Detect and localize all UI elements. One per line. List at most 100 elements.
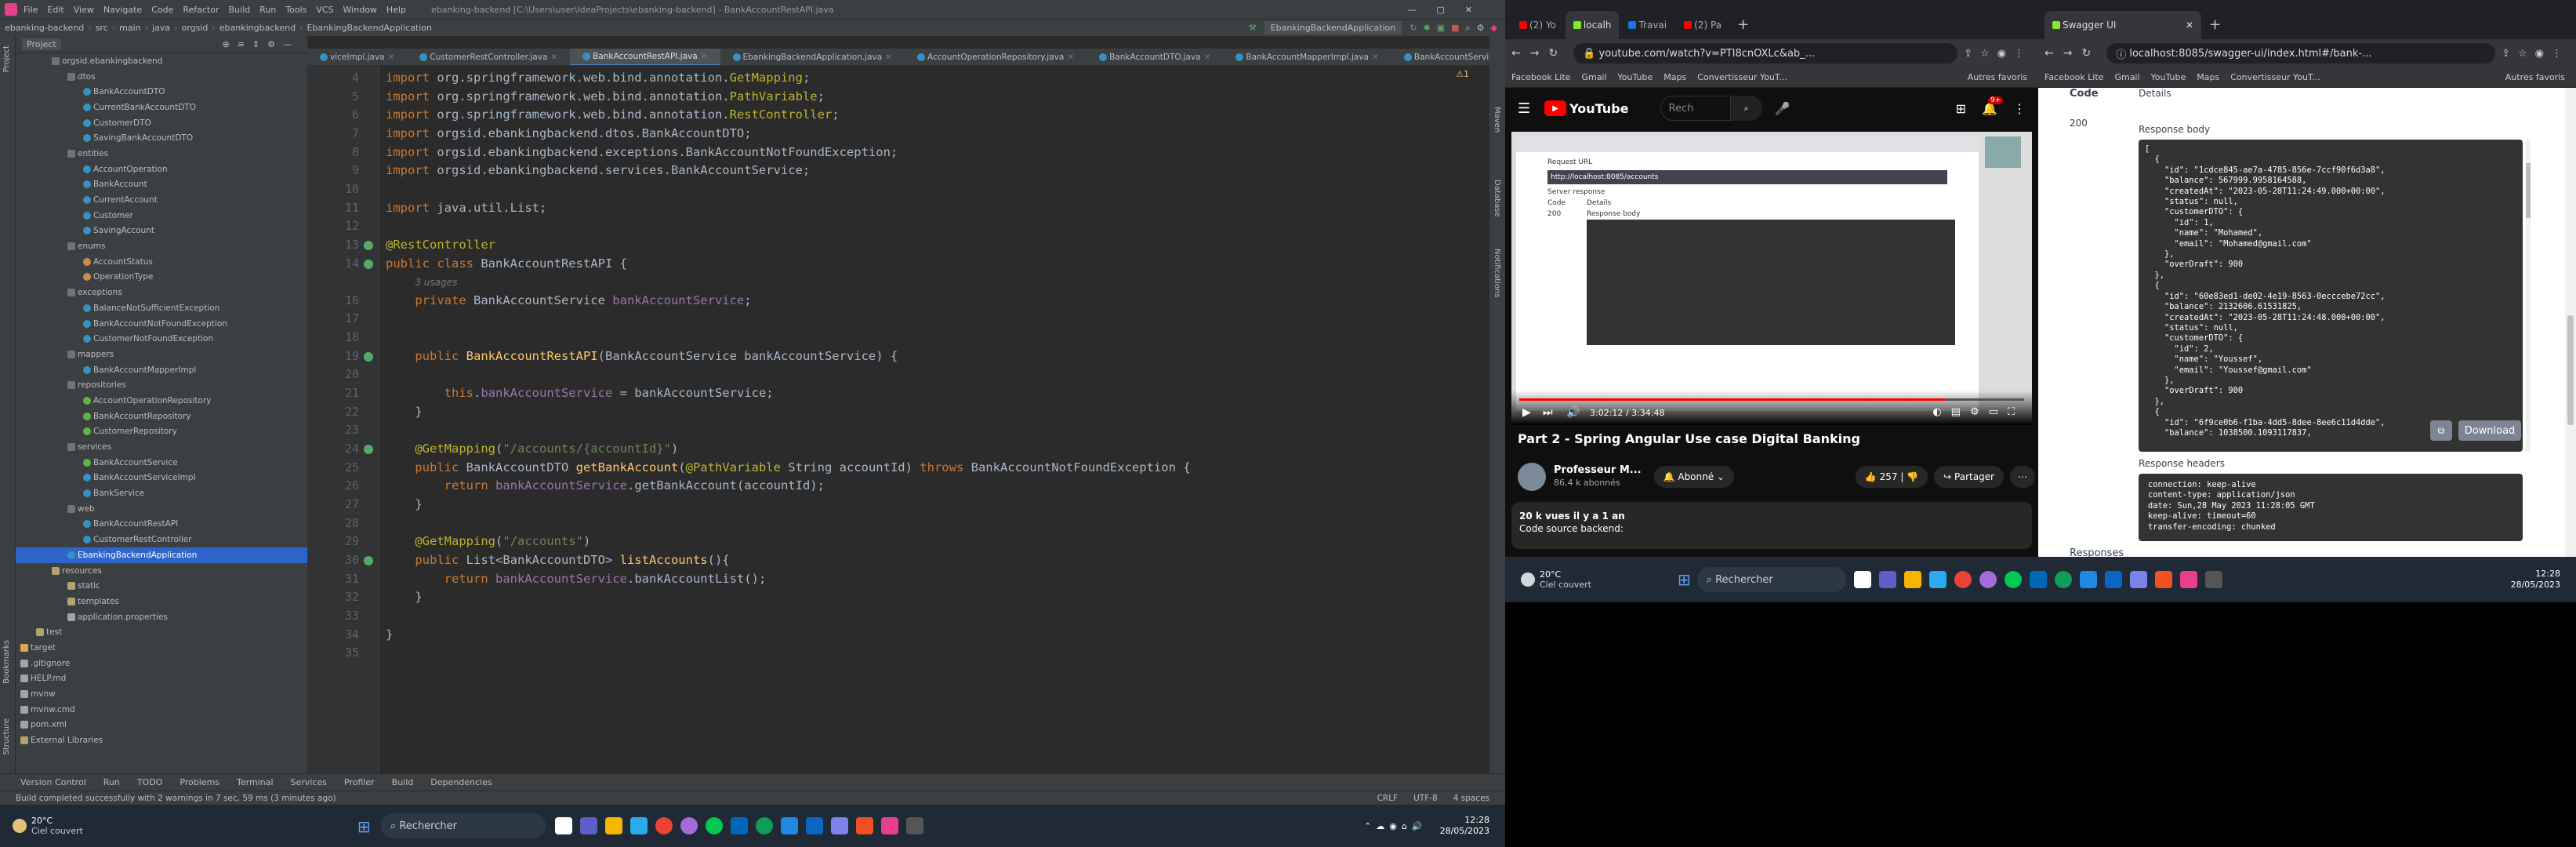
menu-tools[interactable]: Tools bbox=[285, 5, 307, 15]
sw-tab[interactable]: Swagger UI ✕ bbox=[2044, 11, 2201, 39]
tree-item-customerdto[interactable]: CustomerDTO bbox=[16, 115, 307, 131]
spring-bean-icon[interactable] bbox=[364, 555, 373, 565]
teams-icon[interactable] bbox=[579, 817, 597, 834]
channel-avatar[interactable] bbox=[1518, 463, 1546, 491]
sw-response-body[interactable]: [ { "id": "1cdce845-ae7a-4785-856e-7ccf9… bbox=[2139, 140, 2523, 452]
browser-action-icons[interactable]: ⇪☆◉⋮ bbox=[1964, 48, 2032, 60]
sw-body-scrollbar[interactable] bbox=[2526, 140, 2531, 452]
tree-item-services[interactable]: services bbox=[16, 439, 307, 455]
nav-buttons[interactable]: ←→↻ bbox=[2044, 47, 2100, 60]
tree-item-bankaccountservice[interactable]: BankAccountService bbox=[16, 455, 307, 471]
tree-item-bankaccount[interactable]: BankAccount bbox=[16, 177, 307, 193]
tree-item-bankaccountrestapi[interactable]: BankAccountRestAPI bbox=[16, 517, 307, 533]
run-config-select[interactable]: EbankingBackendApplication bbox=[1264, 21, 1402, 35]
code-line[interactable]: @GetMapping("/accounts") bbox=[386, 534, 590, 548]
tree-item-external-libraries[interactable]: External Libraries bbox=[16, 732, 307, 748]
menu-file[interactable]: File bbox=[24, 5, 38, 15]
menu-refactor[interactable]: Refactor bbox=[183, 5, 219, 15]
code-line[interactable]: import org.springframework.web.bind.anno… bbox=[386, 71, 810, 85]
tree-item-dtos[interactable]: dtos bbox=[16, 69, 307, 85]
code-line[interactable]: import orgsid.ebankingbackend.exceptions… bbox=[386, 145, 898, 159]
progress-track[interactable] bbox=[1519, 398, 2024, 401]
tree-item-customerrestcontroller[interactable]: CustomerRestController bbox=[16, 532, 307, 547]
tree-item--gitignore[interactable]: .gitignore bbox=[16, 656, 307, 671]
vscode-icon[interactable] bbox=[2104, 571, 2122, 588]
tree-item-bankaccountdto[interactable]: BankAccountDTO bbox=[16, 84, 307, 100]
project-panel-actions[interactable]: ⊕≡⇕⚙— bbox=[222, 39, 299, 49]
whatsapp-icon[interactable] bbox=[705, 817, 723, 834]
new-tab-icon[interactable]: + bbox=[2209, 16, 2221, 33]
app2-icon[interactable] bbox=[780, 817, 798, 834]
mic-icon[interactable]: 🎤 bbox=[1775, 101, 1791, 116]
notifications-tool-button[interactable]: Notifications bbox=[1493, 249, 1501, 298]
volume-icon[interactable]: 🔊 bbox=[1566, 406, 1580, 419]
code-line[interactable]: 3 usages bbox=[386, 274, 457, 289]
database-tool-button[interactable]: Database bbox=[1493, 180, 1501, 217]
editor-tab-4[interactable]: AccountOperationRepository.java ✕ bbox=[905, 49, 1087, 65]
bm-youtube[interactable]: YouTube bbox=[2151, 72, 2186, 82]
tree-item-bankaccountserviceimpl[interactable]: BankAccountServiceImpl bbox=[16, 471, 307, 486]
tool-services[interactable]: Services bbox=[291, 777, 327, 787]
code-line[interactable]: } bbox=[386, 590, 422, 604]
code-line[interactable]: private BankAccountService bankAccountSe… bbox=[386, 293, 751, 307]
taskbar-search[interactable]: ⌕ Rechercher bbox=[380, 813, 546, 838]
notifications-icon[interactable]: 🔔 9+ bbox=[1982, 96, 2004, 116]
app-icon[interactable] bbox=[1979, 571, 1997, 588]
teams-icon[interactable] bbox=[1878, 571, 1896, 588]
copy-icon[interactable]: ⧉ bbox=[2430, 420, 2452, 441]
tree-item-enums[interactable]: enums bbox=[16, 238, 307, 254]
tree-item-mvnw[interactable]: mvnw bbox=[16, 686, 307, 702]
chrome-icon[interactable] bbox=[1954, 571, 1972, 588]
breadcrumb-6[interactable]: EbankingBackendApplication bbox=[307, 23, 432, 33]
share-button[interactable]: ↪ Partager bbox=[1934, 466, 2004, 488]
sw-page-scrollbar[interactable] bbox=[2565, 88, 2576, 557]
bm-maps[interactable]: Maps bbox=[1664, 72, 1686, 82]
taskbar-search[interactable]: ⌕ Rechercher bbox=[1696, 567, 1846, 592]
bm-facebook[interactable]: Facebook Lite bbox=[2044, 72, 2103, 82]
code-line[interactable]: } bbox=[386, 497, 422, 511]
breadcrumb-3[interactable]: java bbox=[152, 23, 170, 33]
bm-facebook[interactable]: Facebook Lite bbox=[1511, 72, 1570, 82]
tree-item-web[interactable]: web bbox=[16, 501, 307, 517]
code-line[interactable]: public class BankAccountRestAPI { bbox=[386, 256, 627, 271]
yt-search-icon[interactable]: ⌕ bbox=[1730, 96, 1762, 121]
hammer-icon[interactable]: ⚒ bbox=[1249, 23, 1257, 33]
tree-item-bankaccountnotfoundexception[interactable]: BankAccountNotFoundException bbox=[16, 316, 307, 332]
close-icon[interactable]: ✕ bbox=[885, 53, 892, 62]
tool-todo[interactable]: TODO bbox=[137, 777, 163, 787]
task-view-icon[interactable] bbox=[554, 817, 572, 834]
intellij-taskbar-icon[interactable] bbox=[2179, 571, 2197, 588]
tree-item-bankservice[interactable]: BankService bbox=[16, 485, 307, 501]
tree-item-customernotfoundexception[interactable]: CustomerNotFoundException bbox=[16, 331, 307, 347]
player-right-icons[interactable]: ◐▤⚙▭⛶ bbox=[1932, 406, 2024, 418]
code-line[interactable]: public BankAccountRestAPI(BankAccountSer… bbox=[386, 349, 898, 363]
windows-start-icon[interactable]: ⊞ bbox=[1678, 570, 1691, 589]
bookmarks-tool-button[interactable]: Bookmarks bbox=[2, 640, 11, 684]
project-view-select[interactable]: Project bbox=[22, 38, 61, 50]
window-controls[interactable]: —▢✕ bbox=[1407, 5, 1493, 15]
clock-date[interactable]: 28/05/2023 bbox=[1440, 826, 1489, 837]
tree-item-accountstatus[interactable]: AccountStatus bbox=[16, 254, 307, 270]
hamburger-icon[interactable]: ☰ bbox=[1518, 100, 1530, 117]
breadcrumb-2[interactable]: main bbox=[119, 23, 140, 33]
tree-item-operationtype[interactable]: OperationType bbox=[16, 270, 307, 285]
menu-navigate[interactable]: Navigate bbox=[103, 5, 142, 15]
tree-item-ebankingbackendapplication[interactable]: EbankingBackendApplication bbox=[16, 547, 307, 563]
editor-tab-5[interactable]: BankAccountDTO.java ✕ bbox=[1087, 49, 1223, 65]
code-line[interactable]: } bbox=[386, 405, 422, 419]
tool-dependencies[interactable]: Dependencies bbox=[430, 777, 492, 787]
tree-item-help-md[interactable]: HELP.md bbox=[16, 671, 307, 687]
tool-build[interactable]: Build bbox=[392, 777, 414, 787]
close-icon[interactable]: ✕ bbox=[1067, 53, 1074, 62]
breadcrumb-5[interactable]: ebankingbackend bbox=[220, 23, 296, 33]
bm-gmail[interactable]: Gmail bbox=[2114, 72, 2139, 82]
tool-profiler[interactable]: Profiler bbox=[344, 777, 375, 787]
tool-run[interactable]: Run bbox=[103, 777, 120, 787]
windows-start-icon[interactable]: ⊞ bbox=[357, 817, 375, 836]
tree-item-customerrepository[interactable]: CustomerRepository bbox=[16, 424, 307, 440]
tool-terminal[interactable]: Terminal bbox=[237, 777, 274, 787]
subscribed-button[interactable]: 🔔 Abonné ⌄ bbox=[1653, 466, 1734, 488]
breadcrumb-4[interactable]: orgsid bbox=[182, 23, 209, 33]
nav-buttons[interactable]: ←→↻ bbox=[1511, 47, 1567, 60]
project-tool-button[interactable]: Project bbox=[2, 45, 11, 72]
